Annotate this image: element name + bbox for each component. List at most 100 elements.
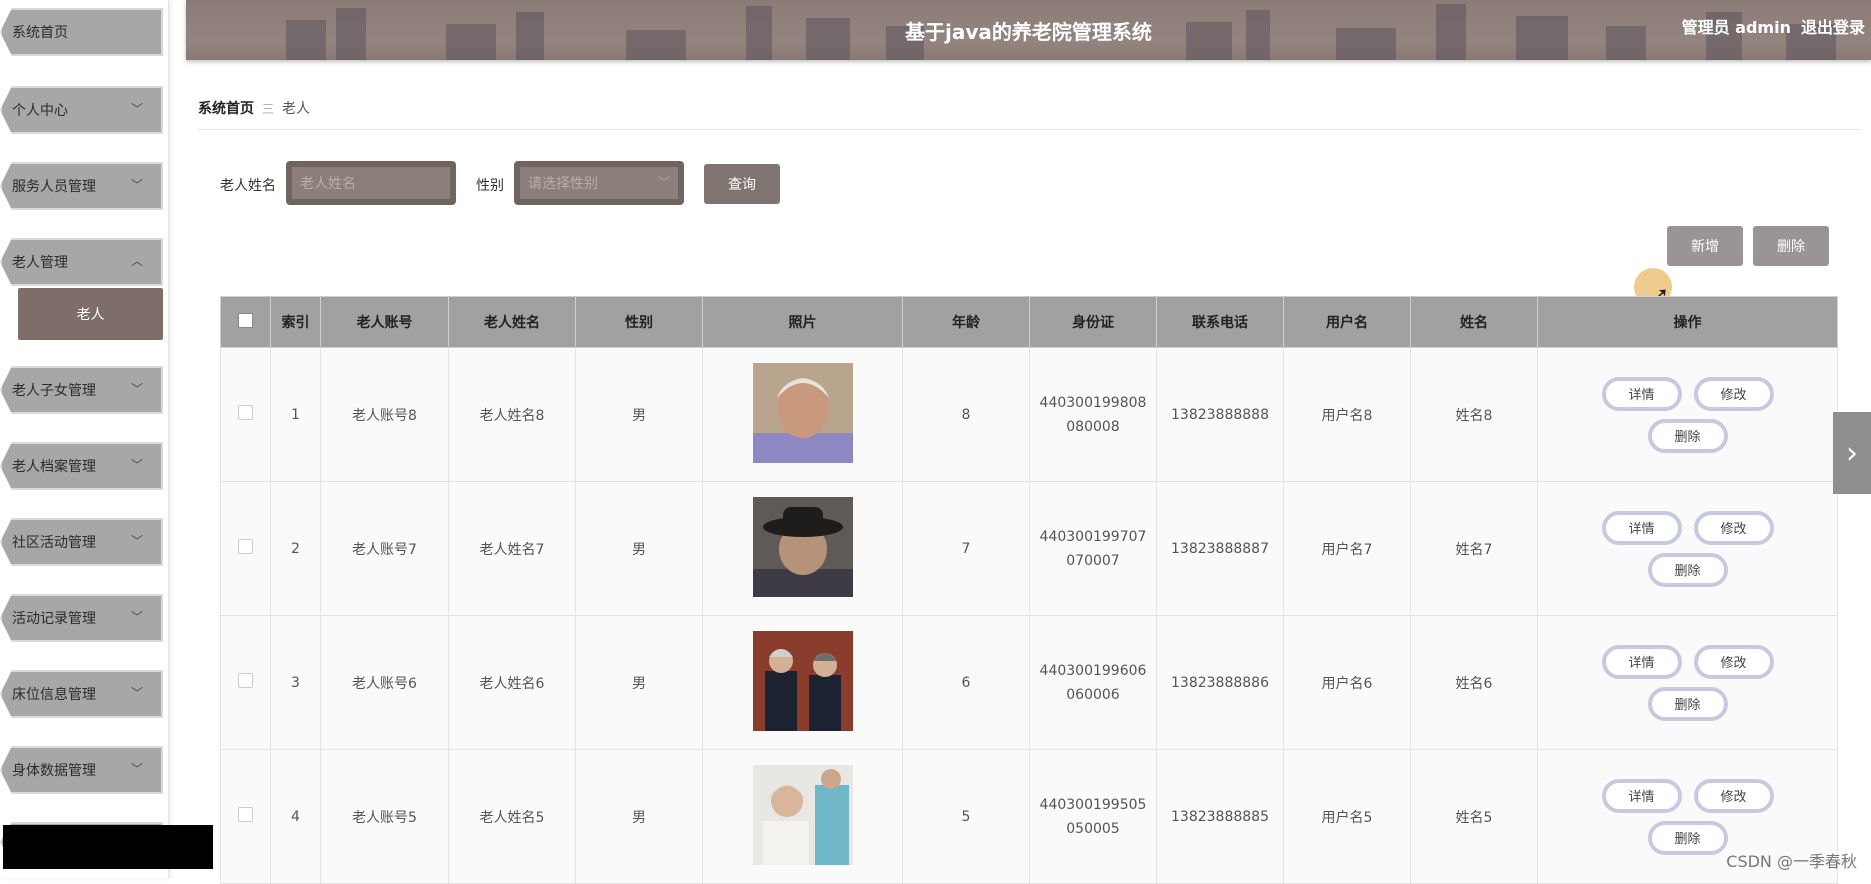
column-header: 老人账号 — [320, 296, 449, 348]
cell-account: 老人账号7 — [320, 481, 449, 616]
chevron-up-icon: ︿ — [130, 254, 143, 268]
elderly-photo[interactable] — [752, 630, 853, 731]
add-button[interactable]: 新增 — [1667, 226, 1743, 266]
chevron-down-icon: ﹀ — [130, 534, 143, 548]
sidebar-item-staff[interactable]: 服务人员管理 ﹀ — [0, 162, 163, 210]
batch-delete-button[interactable]: 删除 — [1753, 226, 1829, 266]
cell-actions: 详情 修改 删除 — [1537, 481, 1838, 616]
watermark: CSDN @一季春秋 — [1726, 852, 1857, 871]
redaction-bar — [3, 825, 213, 869]
id-card-part2: 060006 — [1066, 686, 1120, 703]
column-header: 照片 — [702, 296, 903, 348]
id-card-part2: 070007 — [1066, 552, 1120, 569]
row-checkbox[interactable] — [220, 615, 271, 750]
sidebar-item-label: 老人子女管理 — [12, 383, 96, 399]
sidebar-item-label: 系统首页 — [12, 25, 68, 41]
sidebar-item-personal-center[interactable]: 个人中心 ﹀ — [0, 86, 163, 134]
cell-photo — [702, 481, 903, 616]
cell-account: 老人账号6 — [320, 615, 449, 750]
gender-select-placeholder: 请选择性别 — [520, 167, 678, 199]
detail-button[interactable]: 详情 — [1601, 644, 1682, 679]
select-all-checkbox[interactable] — [220, 296, 271, 348]
cell-username: 用户名6 — [1283, 615, 1411, 750]
detail-button[interactable]: 详情 — [1601, 376, 1682, 411]
cell-gender: 男 — [575, 749, 703, 884]
column-header: 老人姓名 — [448, 296, 576, 348]
sidebar-item-label: 床位信息管理 — [12, 687, 96, 703]
sidebar-item-activity-records[interactable]: 活动记录管理 ﹀ — [0, 594, 163, 642]
app-title: 基于java的养老院管理系统 — [905, 20, 1152, 44]
id-card-part1: 440300199606 — [1039, 662, 1147, 679]
cell-account: 老人账号8 — [320, 347, 449, 482]
cell-age: 7 — [902, 481, 1030, 616]
edit-button[interactable]: 修改 — [1693, 376, 1774, 411]
sidebar-item-archives[interactable]: 老人档案管理 ﹀ — [0, 442, 163, 490]
chevron-down-icon: ﹀ — [657, 175, 670, 189]
delete-button[interactable]: 删除 — [1647, 418, 1728, 453]
cell-age: 6 — [902, 615, 1030, 750]
column-header: 联系电话 — [1156, 296, 1284, 348]
edit-button[interactable]: 修改 — [1693, 510, 1774, 545]
cell-actions: 详情 修改 删除 — [1537, 615, 1838, 750]
cell-gender: 男 — [575, 347, 703, 482]
column-header: 身份证 — [1029, 296, 1157, 348]
detail-button[interactable]: 详情 — [1601, 510, 1682, 545]
sidebar-item-home[interactable]: 系统首页 — [0, 8, 163, 56]
edit-button[interactable]: 修改 — [1693, 778, 1774, 813]
gender-select[interactable]: 请选择性别 ﹀ — [514, 161, 684, 205]
sidebar-item-beds[interactable]: 床位信息管理 ﹀ — [0, 670, 163, 718]
row-checkbox[interactable] — [220, 481, 271, 616]
sidebar-item-children[interactable]: 老人子女管理 ﹀ — [0, 366, 163, 414]
column-header: 用户名 — [1283, 296, 1411, 348]
column-header: 操作 — [1537, 296, 1838, 348]
breadcrumb-home[interactable]: 系统首页 — [198, 98, 254, 118]
elderly-photo[interactable] — [752, 362, 853, 463]
cell-age: 8 — [902, 347, 1030, 482]
cell-id-card: 440300199505 050005 — [1029, 749, 1157, 884]
cell-phone: 13823888888 — [1156, 347, 1284, 482]
sidebar-item-health[interactable]: 身体数据管理 ﹀ — [0, 746, 163, 794]
checkbox-icon — [238, 312, 253, 328]
id-card-part1: 440300199707 — [1039, 528, 1147, 545]
id-card-part2: 080008 — [1066, 418, 1120, 435]
sidebar-item-community[interactable]: 社区活动管理 ﹀ — [0, 518, 163, 566]
query-button[interactable]: 查询 — [704, 164, 780, 204]
cell-id-card: 440300199606 060006 — [1029, 615, 1157, 750]
id-card-part2: 050005 — [1066, 820, 1120, 837]
edit-button[interactable]: 修改 — [1693, 644, 1774, 679]
cell-phone: 13823888886 — [1156, 615, 1284, 750]
name-search-input[interactable]: 老人姓名 — [286, 161, 456, 205]
cell-index: 4 — [270, 749, 321, 884]
cell-name: 老人姓名5 — [448, 749, 576, 884]
cell-id-card: 440300199707 070007 — [1029, 481, 1157, 616]
sidebar-subitem-elderly[interactable]: 老人 — [18, 288, 163, 340]
sidebar: 系统首页 个人中心 ﹀ 服务人员管理 ﹀ 老人管理 ︿ 老人 老人子女管理 ﹀ … — [0, 0, 169, 878]
chevron-right-icon[interactable]: › — [1833, 412, 1871, 494]
column-header: 索引 — [270, 296, 321, 348]
delete-button[interactable]: 删除 — [1647, 686, 1728, 721]
table-row: 2 老人账号7 老人姓名7 男 7 440300199707 070007 138… — [220, 481, 1838, 616]
sidebar-item-label: 个人中心 — [12, 103, 68, 119]
admin-user-label: 管理员 admin — [1681, 18, 1791, 37]
delete-button[interactable]: 删除 — [1647, 552, 1728, 587]
row-checkbox[interactable] — [220, 347, 271, 482]
cell-name: 老人姓名7 — [448, 481, 576, 616]
sidebar-item-elderly[interactable]: 老人管理 ︿ — [0, 238, 163, 286]
cell-gender: 男 — [575, 615, 703, 750]
cell-name: 老人姓名8 — [448, 347, 576, 482]
cell-index: 1 — [270, 347, 321, 482]
elderly-photo[interactable] — [752, 764, 853, 865]
elderly-photo[interactable] — [752, 496, 853, 597]
name-search-placeholder: 老人姓名 — [292, 167, 450, 199]
row-checkbox[interactable] — [220, 749, 271, 884]
table-row: 1 老人账号8 老人姓名8 男 8 440300199808 080008 138… — [220, 347, 1838, 482]
top-header: 基于java的养老院管理系统 管理员 admin 退出登录 — [186, 0, 1871, 60]
cell-realname: 姓名6 — [1410, 615, 1538, 750]
chevron-down-icon: ﹀ — [130, 762, 143, 776]
logout-link[interactable]: 退出登录 — [1801, 14, 1865, 38]
detail-button[interactable]: 详情 — [1601, 778, 1682, 813]
cell-realname: 姓名5 — [1410, 749, 1538, 884]
cell-realname: 姓名8 — [1410, 347, 1538, 482]
cell-realname: 姓名7 — [1410, 481, 1538, 616]
delete-button[interactable]: 删除 — [1647, 820, 1728, 855]
